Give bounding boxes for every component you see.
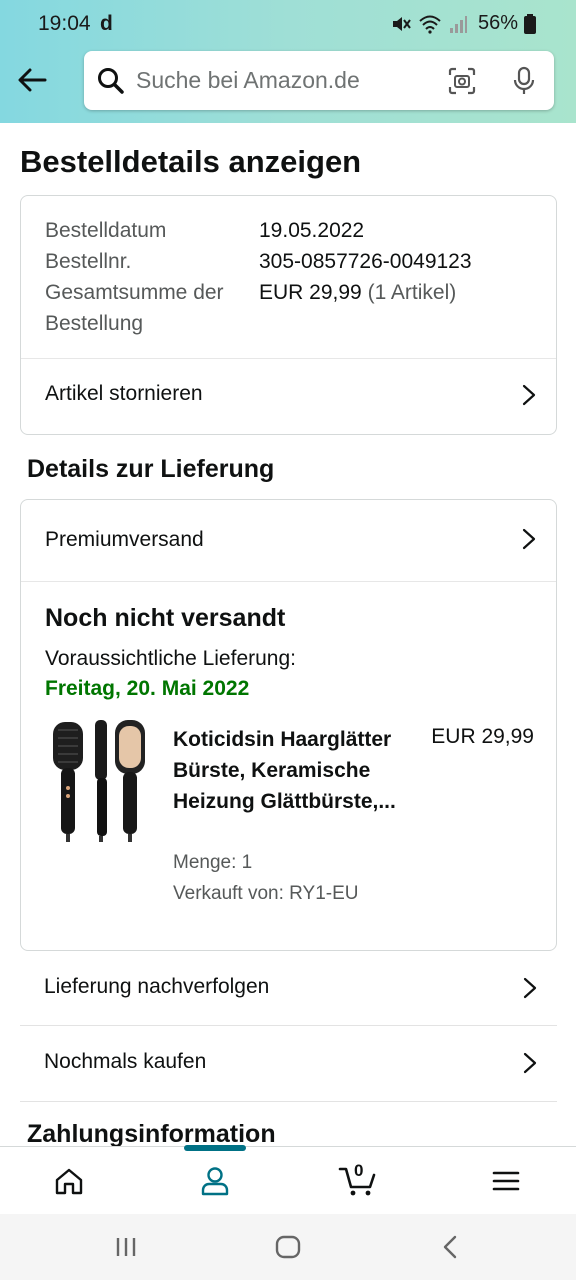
status-carrier-glyph: d bbox=[100, 12, 113, 35]
nav-home[interactable] bbox=[29, 1147, 109, 1215]
nav-cart[interactable]: 0 bbox=[318, 1147, 398, 1215]
battery-icon bbox=[524, 13, 536, 34]
arrow-left-icon bbox=[18, 68, 47, 92]
status-icons: 56% bbox=[390, 12, 536, 35]
order-number-label: Bestellnr. bbox=[45, 250, 132, 273]
mute-icon bbox=[392, 16, 411, 31]
page-title: Bestelldetails anzeigen bbox=[20, 144, 362, 179]
back-system-button[interactable] bbox=[430, 1230, 470, 1264]
app-header: 19:04 d 56% bbox=[0, 0, 576, 123]
product-image[interactable] bbox=[49, 718, 149, 844]
signal-icon bbox=[449, 15, 467, 33]
delivery-card: Premiumversand Noch nicht versandt Vorau… bbox=[20, 499, 557, 951]
track-delivery-row[interactable]: Lieferung nachverfolgen bbox=[20, 951, 557, 1025]
delivery-eta-date: Freitag, 20. Mai 2022 bbox=[45, 677, 250, 700]
shipping-method-row[interactable]: Premiumversand bbox=[21, 500, 556, 581]
delivery-section-title: Details zur Lieferung bbox=[27, 455, 275, 483]
shipping-method-label: Premiumversand bbox=[45, 528, 204, 551]
divider bbox=[20, 1101, 557, 1102]
cancel-items-label: Artikel stornieren bbox=[45, 382, 203, 405]
chevron-left-icon bbox=[443, 1235, 457, 1259]
product-price: EUR 29,99 bbox=[431, 725, 534, 748]
buy-again-label: Nochmals kaufen bbox=[44, 1050, 207, 1073]
order-total-value: EUR 29,99 (1 Artikel) bbox=[259, 277, 456, 308]
product-quantity: Menge: 1 bbox=[173, 852, 253, 873]
search-icon bbox=[98, 68, 124, 94]
search-bar[interactable] bbox=[84, 51, 554, 110]
order-total-label: Gesamtsumme der Bestellung bbox=[45, 281, 224, 335]
order-item-count: (1 Artikel) bbox=[367, 281, 457, 304]
home-system-button[interactable] bbox=[268, 1230, 308, 1264]
recent-apps-button[interactable] bbox=[106, 1230, 146, 1264]
cancel-items-row[interactable]: Artikel stornieren bbox=[21, 359, 556, 435]
delivery-eta-label: Voraussichtliche Lieferung: bbox=[45, 647, 296, 670]
microphone-icon[interactable] bbox=[512, 66, 536, 96]
wifi-icon bbox=[419, 15, 441, 34]
shipment-status: Noch nicht versandt bbox=[45, 604, 286, 632]
buy-again-row[interactable]: Nochmals kaufen bbox=[20, 1026, 557, 1100]
order-date-label: Bestelldatum bbox=[45, 219, 167, 242]
back-button[interactable] bbox=[14, 62, 50, 98]
home-circle-icon bbox=[275, 1235, 301, 1259]
battery-level: 56% bbox=[477, 12, 518, 34]
track-delivery-label: Lieferung nachverfolgen bbox=[44, 975, 270, 998]
system-navigation-bar bbox=[0, 1214, 576, 1280]
chevron-right-icon bbox=[522, 384, 536, 406]
status-time: 19:04 bbox=[38, 12, 91, 35]
search-input[interactable] bbox=[136, 63, 426, 97]
status-bar: 19:04 d 56% bbox=[0, 0, 576, 48]
home-icon bbox=[55, 1168, 83, 1195]
bottom-navigation: 0 bbox=[0, 1145, 576, 1215]
product-seller: Verkauft von: RY1-EU bbox=[173, 883, 359, 904]
order-number-value: 305-0857726-0049123 bbox=[259, 250, 472, 273]
nav-account[interactable] bbox=[175, 1147, 255, 1215]
chevron-right-icon bbox=[522, 528, 536, 550]
product-title[interactable]: Koticidsin Haarglätter Bürste, Keramisch… bbox=[173, 724, 413, 817]
order-date-value: 19.05.2022 bbox=[259, 219, 365, 242]
nav-menu[interactable] bbox=[466, 1147, 546, 1215]
divider bbox=[21, 581, 556, 582]
cart-count: 0 bbox=[354, 1161, 364, 1180]
chevron-right-icon bbox=[523, 1052, 537, 1074]
order-total-amount: EUR 29,99 bbox=[259, 281, 362, 304]
recent-apps-icon bbox=[116, 1238, 136, 1256]
menu-icon bbox=[492, 1171, 520, 1191]
account-icon bbox=[201, 1167, 229, 1196]
order-summary-card: Bestelldatum 19.05.2022 Bestellnr. 305-0… bbox=[20, 195, 557, 435]
camera-scan-icon[interactable] bbox=[448, 67, 476, 95]
chevron-right-icon bbox=[523, 977, 537, 999]
